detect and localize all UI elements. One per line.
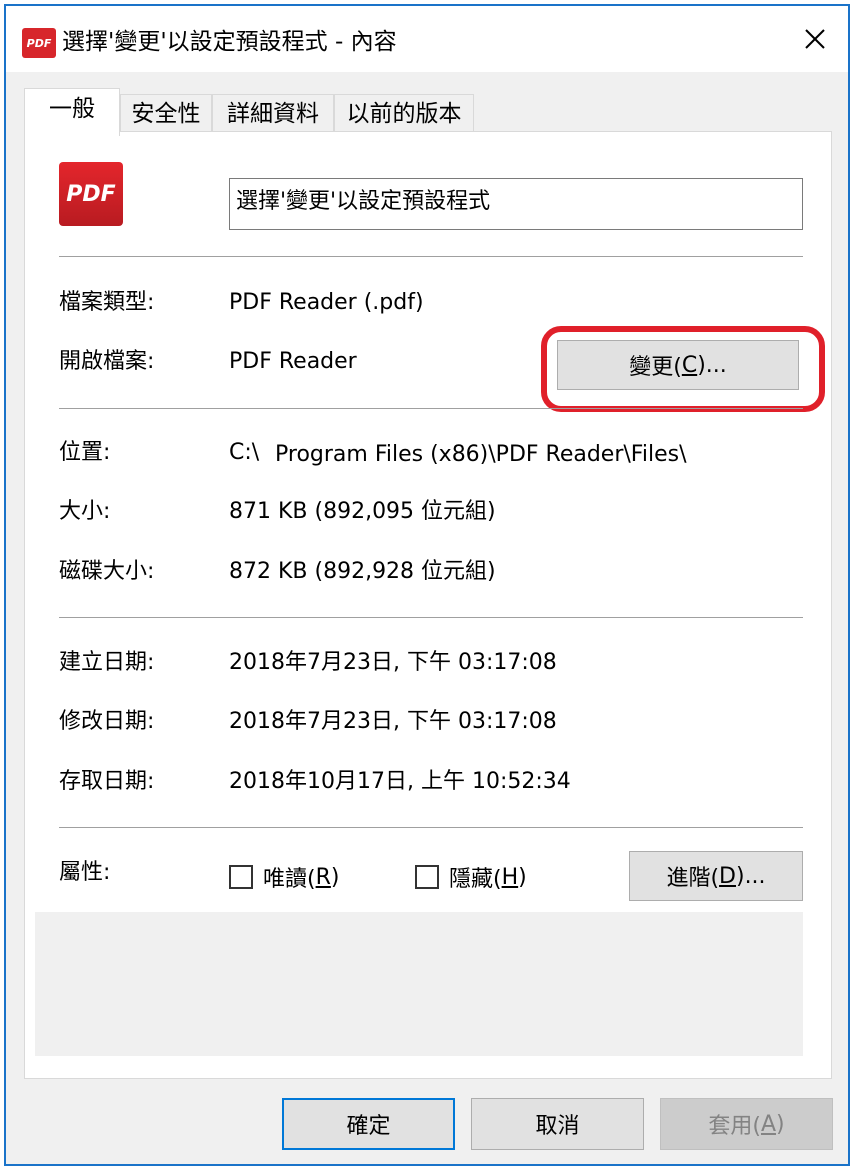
- close-button[interactable]: [782, 6, 848, 72]
- readonly-checkbox[interactable]: 唯讀(R): [229, 861, 339, 893]
- change-button[interactable]: 變更(C)...: [557, 340, 799, 390]
- window-title: 選擇'變更'以設定預設程式 - 內容: [62, 29, 397, 55]
- created-label: 建立日期:: [59, 650, 155, 675]
- tab-previous-versions[interactable]: 以前的版本: [334, 94, 474, 134]
- location-prefix: C:\: [229, 440, 260, 465]
- modified-value: 2018年7月23日, 下午 03:17:08: [229, 709, 557, 734]
- tab-general[interactable]: 一般: [24, 88, 120, 136]
- separator: [59, 827, 803, 828]
- apply-button[interactable]: 套用(A): [660, 1098, 833, 1150]
- close-icon: [805, 29, 825, 49]
- location-label: 位置:: [59, 440, 111, 465]
- pdf-file-icon: PDF: [59, 162, 123, 226]
- checkbox-icon: [415, 865, 439, 889]
- separator: [59, 408, 803, 409]
- ok-button[interactable]: 確定: [282, 1098, 455, 1150]
- location-value: Program Files (x86)\PDF Reader\Files\: [275, 442, 687, 467]
- attributes-label: 屬性:: [59, 860, 111, 885]
- separator: [59, 256, 803, 257]
- empty-area: [35, 912, 803, 1056]
- size-value: 871 KB (892,095 位元組): [229, 499, 496, 524]
- general-tab-panel: PDF 選擇'變更'以設定預設程式 檔案類型: PDF Reader (.pdf…: [24, 131, 832, 1079]
- tab-security[interactable]: 安全性: [120, 94, 212, 134]
- file-type-label: 檔案類型:: [59, 290, 155, 315]
- title-bar: PDF 選擇'變更'以設定預設程式 - 內容: [6, 6, 848, 72]
- file-name-field[interactable]: 選擇'變更'以設定預設程式: [229, 178, 803, 230]
- size-on-disk-value: 872 KB (892,928 位元組): [229, 559, 496, 584]
- created-value: 2018年7月23日, 下午 03:17:08: [229, 650, 557, 675]
- opens-with-value: PDF Reader: [229, 349, 357, 374]
- separator: [59, 617, 803, 618]
- cancel-button[interactable]: 取消: [471, 1098, 644, 1150]
- size-label: 大小:: [59, 499, 111, 524]
- size-on-disk-label: 磁碟大小:: [59, 559, 155, 584]
- file-type-value: PDF Reader (.pdf): [229, 290, 424, 315]
- modified-label: 修改日期:: [59, 709, 155, 734]
- properties-dialog: PDF 選擇'變更'以設定預設程式 - 內容 一般 安全性 詳細資料 以前的版本…: [4, 4, 850, 1166]
- opens-with-label: 開啟檔案:: [59, 349, 155, 374]
- pdf-app-icon: PDF: [22, 28, 56, 58]
- advanced-button[interactable]: 進階(D)...: [629, 851, 803, 901]
- accessed-label: 存取日期:: [59, 769, 155, 794]
- checkbox-icon: [229, 865, 253, 889]
- tab-details[interactable]: 詳細資料: [212, 94, 334, 134]
- accessed-value: 2018年10月17日, 上午 10:52:34: [229, 769, 571, 794]
- hidden-checkbox[interactable]: 隱藏(H): [415, 861, 527, 893]
